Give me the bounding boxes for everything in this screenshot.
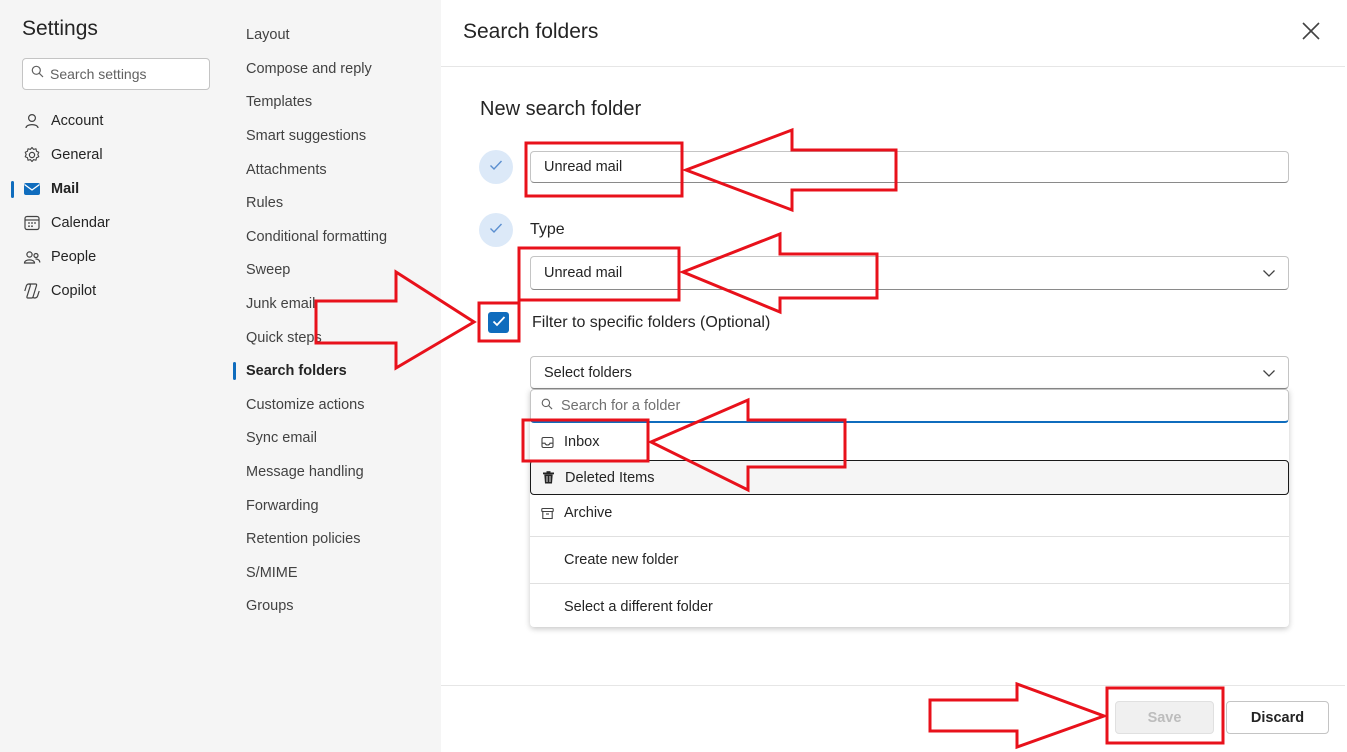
filter-folders-checkbox[interactable] [488,312,509,333]
person-icon [22,111,42,131]
settings-nav: Account General Mail Calendar People Cop… [0,104,231,308]
nav-item-copilot[interactable]: Copilot [0,274,231,308]
search-settings-box[interactable] [22,58,210,90]
folder-option-label: Inbox [564,434,600,450]
folder-option-inbox[interactable]: Inbox [530,425,1289,459]
subnav-item-sweep[interactable]: Sweep [246,259,290,281]
nav-item-label: People [51,249,97,265]
folder-option-label: Deleted Items [565,469,655,486]
mail-settings-list: Layout Compose and reply Templates Smart… [231,0,441,752]
nav-item-label: Copilot [51,283,97,299]
menu-divider [530,583,1289,584]
subnav-item-layout[interactable]: Layout [246,24,290,46]
nav-item-label: General [51,147,103,163]
subnav-item-search-folders[interactable]: Search folders [233,360,347,382]
nav-item-label: Account [51,113,104,129]
menu-divider [530,536,1289,537]
search-folders-panel: Search folders New search folder Type Un… [441,0,1345,752]
copilot-icon [22,281,42,301]
folder-picker-menu: Inbox Deleted Items Archive Create new f… [530,389,1289,627]
subnav-item-customize-actions[interactable]: Customize actions [246,394,364,416]
subnav-item-groups[interactable]: Groups [246,595,294,617]
folder-search-box[interactable] [530,389,1289,423]
subnav-item-templates[interactable]: Templates [246,91,312,113]
checkmark-icon [489,158,503,176]
subnav-item-quick-steps[interactable]: Quick steps [246,327,322,349]
search-icon [31,65,44,83]
section-title: New search folder [480,98,642,120]
nav-item-label: Calendar [51,215,110,231]
subnav-item-junk-email[interactable]: Junk email [246,293,315,315]
search-settings-input[interactable] [50,66,200,82]
select-folders-placeholder: Select folders [544,364,632,381]
subnav-item-conditional-formatting[interactable]: Conditional formatting [246,226,387,248]
select-folders-dropdown[interactable]: Select folders [530,356,1289,389]
subnav-item-rules[interactable]: Rules [246,192,283,214]
settings-sidebar: Settings Account General Mail [0,0,231,752]
nav-item-account[interactable]: Account [0,104,231,138]
header-divider [441,66,1345,67]
subnav-item-forwarding[interactable]: Forwarding [246,495,319,517]
nav-item-label: Mail [51,181,80,197]
step-complete-indicator [479,150,513,184]
subnav-item-message-handling[interactable]: Message handling [246,461,364,483]
step-complete-indicator [479,213,513,247]
discard-button[interactable]: Discard [1226,701,1329,734]
checkmark-icon [489,221,503,239]
trash-icon [541,471,555,485]
subnav-item-smime[interactable]: S/MIME [246,562,298,584]
calendar-icon [22,213,42,233]
nav-item-general[interactable]: General [0,138,231,172]
subnav-item-retention-policies[interactable]: Retention policies [246,528,360,550]
create-new-folder-option[interactable]: Create new folder [530,543,1289,577]
save-button[interactable]: Save [1115,701,1214,734]
type-label: Type [530,221,565,238]
folder-search-input[interactable] [561,397,1241,414]
search-icon [541,397,553,415]
nav-item-calendar[interactable]: Calendar [0,206,231,240]
type-dropdown-value: Unread mail [544,265,623,281]
folder-option-label: Archive [564,505,613,521]
type-dropdown[interactable]: Unread mail [530,256,1289,290]
gear-icon [22,145,42,165]
select-different-folder-option[interactable]: Select a different folder [530,590,1289,624]
close-button[interactable] [1297,19,1325,47]
subnav-item-sync-email[interactable]: Sync email [246,427,317,449]
filter-folders-label: Filter to specific folders (Optional) [532,314,771,331]
chevron-down-icon [1262,266,1276,284]
folder-name-input[interactable] [530,151,1289,183]
subnav-item-compose-and-reply[interactable]: Compose and reply [246,58,372,80]
mail-icon [22,179,42,199]
close-icon [1301,21,1321,46]
archive-icon [540,506,554,520]
people-icon [22,247,42,267]
settings-title: Settings [22,17,98,40]
folder-option-deleted-items[interactable]: Deleted Items [530,460,1289,495]
folder-option-archive[interactable]: Archive [530,496,1289,530]
nav-item-mail[interactable]: Mail [0,172,231,206]
nav-item-people[interactable]: People [0,240,231,274]
chevron-down-icon [1262,366,1276,384]
panel-title: Search folders [463,20,599,43]
footer-divider [441,685,1345,686]
checkmark-icon [492,314,506,332]
inbox-icon [540,435,554,449]
subnav-item-attachments[interactable]: Attachments [246,159,327,181]
subnav-item-smart-suggestions[interactable]: Smart suggestions [246,125,366,147]
